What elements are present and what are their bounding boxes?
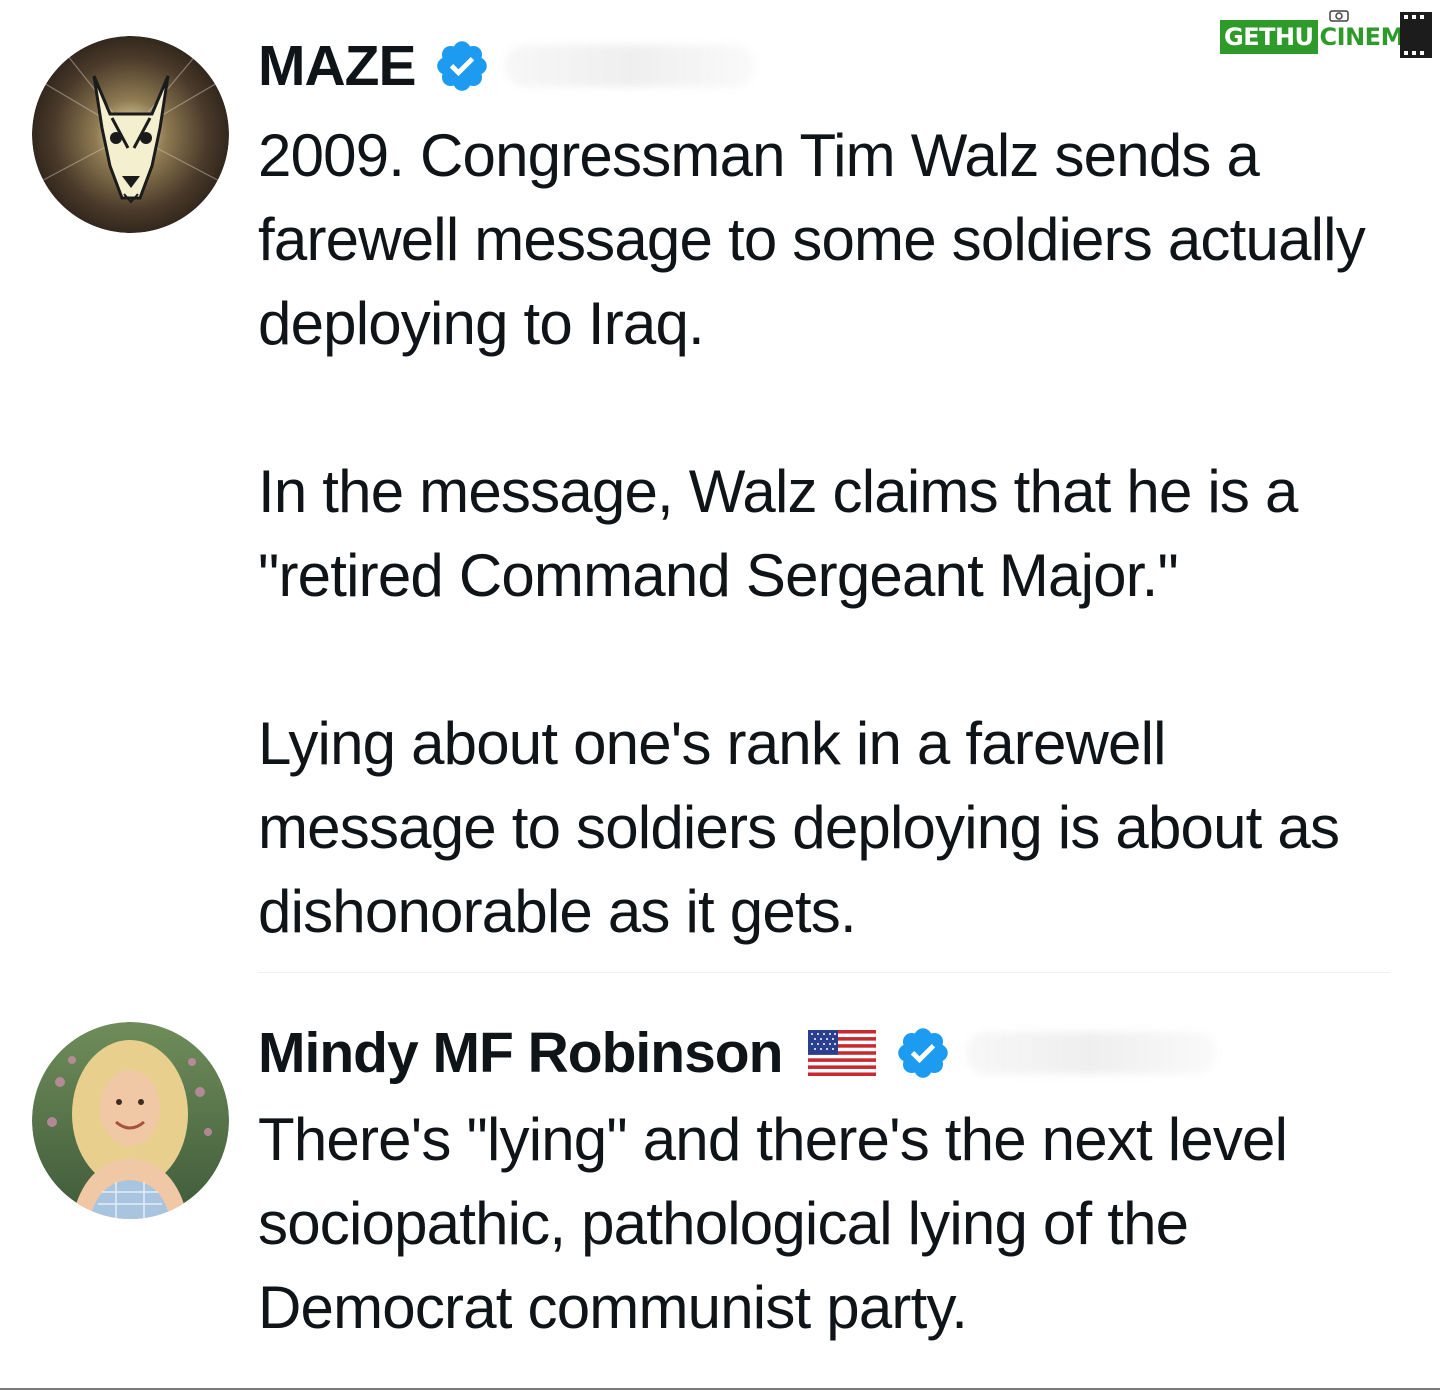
blurred-handle — [505, 45, 756, 87]
display-name[interactable]: Mindy MF Robinson — [258, 1020, 783, 1086]
verified-badge-icon — [437, 41, 488, 91]
tweet-text: 2009. Congressman Tim Walz sends a farew… — [258, 114, 1418, 954]
tweet-text: There's "lying" and there's the next lev… — [258, 1098, 1418, 1350]
tweet-header: MAZE — [258, 33, 756, 99]
doberman-avatar-icon — [32, 36, 229, 233]
verified-badge-icon — [898, 1028, 949, 1078]
tweet-paragraph: Lying about one's rank in a farewell mes… — [258, 710, 1340, 945]
person-avatar-icon — [32, 1022, 229, 1219]
blurred-handle — [966, 1032, 1217, 1074]
tweet-paragraph: In the message, Walz claims that he is a… — [258, 458, 1298, 609]
tweet-header: Mindy MF Robinson — [258, 1020, 1217, 1086]
tweet-paragraph: There's "lying" and there's the next lev… — [258, 1106, 1288, 1341]
avatar[interactable] — [32, 36, 229, 233]
tweet: MAZE 2009. Congressman Tim Walz sends a … — [0, 0, 1440, 985]
tweet-paragraph: 2009. Congressman Tim Walz sends a farew… — [258, 122, 1366, 357]
avatar[interactable] — [32, 1022, 229, 1219]
tweet-divider — [258, 972, 1390, 973]
display-name[interactable]: MAZE — [258, 33, 416, 99]
us-flag-icon — [808, 1030, 877, 1076]
